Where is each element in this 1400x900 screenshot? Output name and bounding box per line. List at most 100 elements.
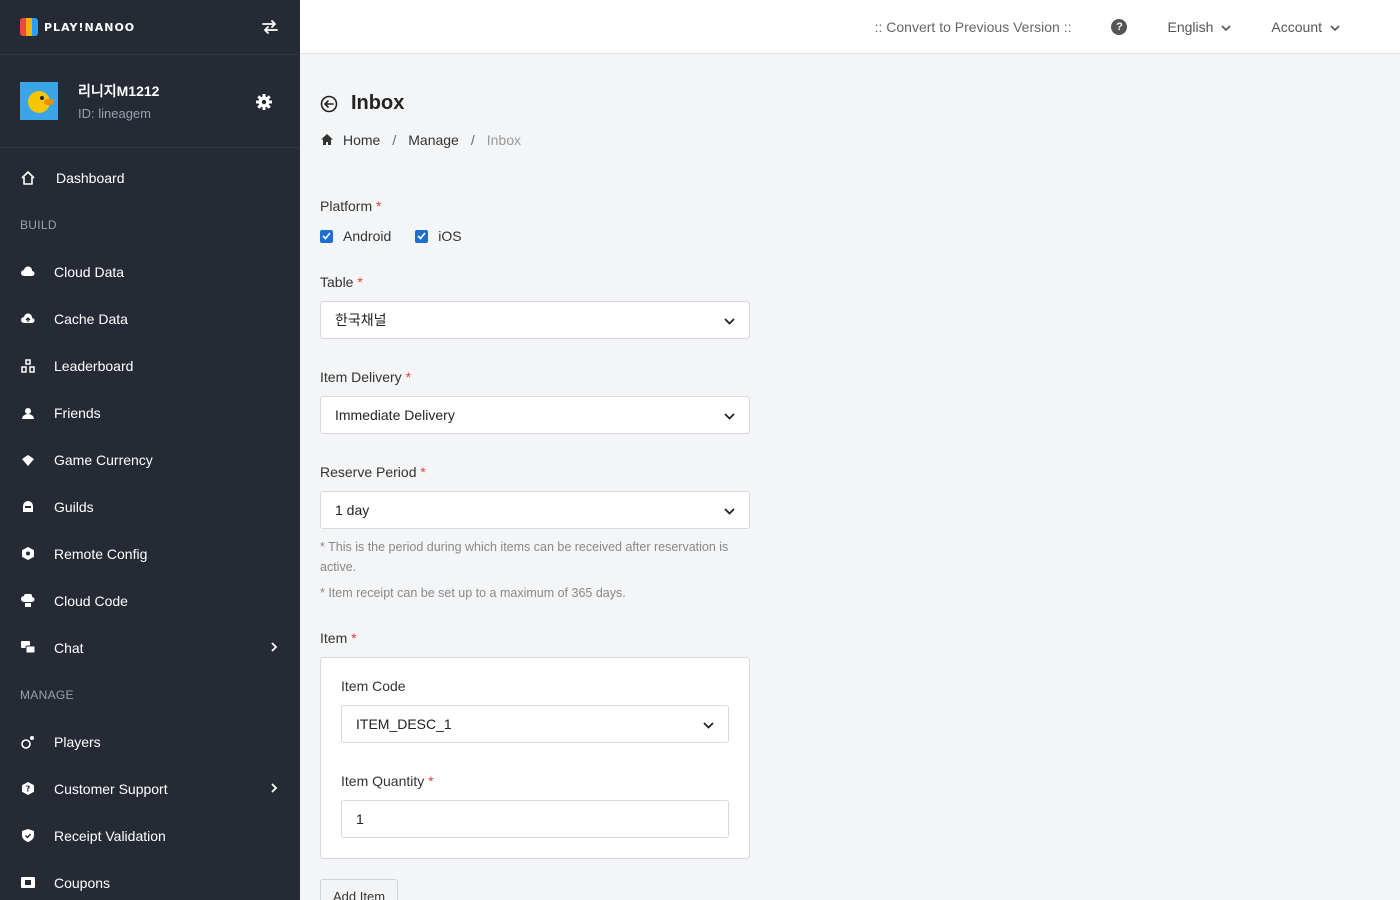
sidebar-item-label: Coupons xyxy=(54,874,111,891)
sidebar-item-remote-config[interactable]: Remote Config xyxy=(0,530,300,577)
avatar xyxy=(20,82,58,120)
breadcrumb-current: Inbox xyxy=(486,132,521,148)
logo-text: PLAY!NANOO xyxy=(44,20,136,34)
inbox-form: Platform * Android iOS Table * 한국채널 Item… xyxy=(320,198,750,900)
logo[interactable]: PLAY!NANOO xyxy=(20,18,135,36)
table-select-value: 한국채널 xyxy=(335,312,387,328)
reserve-period-field: Reserve Period * 1 day * This is the per… xyxy=(320,464,750,600)
item-quantity-label: Item Quantity * xyxy=(341,773,434,789)
sidebar-item-label: Customer Support xyxy=(54,780,168,797)
breadcrumb-home[interactable]: Home xyxy=(343,132,380,148)
account-label: Account xyxy=(1271,18,1322,35)
breadcrumb-separator: / xyxy=(470,132,475,148)
sidebar-item-label: Leaderboard xyxy=(54,357,134,374)
account-dropdown[interactable]: Account xyxy=(1271,19,1340,35)
breadcrumb-separator: / xyxy=(392,132,397,148)
project-id: ID: lineagem xyxy=(78,106,151,121)
breadcrumb-manage[interactable]: Manage xyxy=(408,132,459,148)
delivery-select[interactable]: Immediate Delivery xyxy=(320,396,750,434)
platform-field: Platform * Android iOS xyxy=(320,198,750,244)
delivery-label: Item Delivery * xyxy=(320,369,412,385)
help-icon[interactable]: ? xyxy=(1111,18,1128,35)
delivery-select-value: Immediate Delivery xyxy=(335,407,455,423)
leaderboard-icon xyxy=(20,358,36,374)
item-code-label: Item Code xyxy=(341,678,406,694)
language-label: English xyxy=(1167,18,1214,35)
sidebar-item-receipt-validation[interactable]: Receipt Validation xyxy=(0,812,300,859)
table-field: Table * 한국채널 xyxy=(320,274,750,339)
sidebar-item-dashboard[interactable]: Dashboard xyxy=(0,154,300,201)
sidebar-item-leaderboard[interactable]: Leaderboard xyxy=(0,342,300,389)
project-name: 리니지M1212 xyxy=(78,83,160,99)
item-box: Item Code ITEM_DESC_1 Item Quantity * 1 xyxy=(320,657,750,859)
logo-bar: PLAY!NANOO xyxy=(0,0,300,54)
sidebar-menu: Dashboard BUILD Cloud Data Cache Data Le… xyxy=(0,148,300,900)
ios-label[interactable]: iOS xyxy=(438,228,461,244)
chevron-down-icon xyxy=(724,407,735,423)
sidebar-item-label: Cache Data xyxy=(54,310,128,327)
sidebar-item-chat[interactable]: Chat xyxy=(0,624,300,671)
sidebar-item-label: Chat xyxy=(54,639,84,656)
language-dropdown[interactable]: English xyxy=(1167,19,1231,35)
platform-label: Platform * xyxy=(320,198,382,214)
cloud-upload-icon xyxy=(20,311,36,327)
remote-config-icon xyxy=(20,546,36,562)
home-icon xyxy=(320,133,334,147)
item-code-value: ITEM_DESC_1 xyxy=(356,716,452,732)
reserve-period-select[interactable]: 1 day xyxy=(320,491,750,529)
section-manage: MANAGE xyxy=(20,687,74,702)
currency-icon xyxy=(20,452,36,468)
android-checkbox[interactable] xyxy=(320,229,333,243)
sidebar-item-friends[interactable]: Friends xyxy=(0,389,300,436)
android-label[interactable]: Android xyxy=(343,228,391,244)
sidebar-item-coupons[interactable]: Coupons xyxy=(0,859,300,900)
switch-project-icon[interactable] xyxy=(260,17,280,37)
ios-checkbox[interactable] xyxy=(415,229,429,243)
logo-mark-icon xyxy=(20,18,38,36)
main-content: Inbox Home / Manage / Inbox Platform * A… xyxy=(320,54,1380,900)
sidebar-item-label: Guilds xyxy=(54,498,94,515)
sidebar-item-players[interactable]: Players xyxy=(0,718,300,765)
sidebar-item-label: Remote Config xyxy=(54,545,148,562)
chevron-right-icon xyxy=(268,640,280,652)
sidebar-item-label: Cloud Data xyxy=(54,263,125,280)
back-arrow-icon[interactable] xyxy=(320,95,338,113)
add-item-button[interactable]: Add Item xyxy=(320,879,399,900)
chevron-down-icon xyxy=(703,716,714,732)
sidebar-item-cache-data[interactable]: Cache Data xyxy=(0,295,300,342)
sidebar-item-label: Friends xyxy=(54,404,101,421)
sidebar-item-customer-support[interactable]: ? Customer Support xyxy=(0,765,300,812)
item-code-select[interactable]: ITEM_DESC_1 xyxy=(341,705,729,743)
table-label: Table * xyxy=(320,274,363,290)
sidebar: PLAY!NANOO 리니지M1212 ID: lineagem Dashboa… xyxy=(0,0,300,900)
sidebar-item-cloud-data[interactable]: Cloud Data xyxy=(0,248,300,295)
chevron-down-icon xyxy=(1330,19,1340,35)
breadcrumb: Home / Manage / Inbox xyxy=(320,132,1380,148)
chat-icon xyxy=(20,640,36,656)
sidebar-item-label: Game Currency xyxy=(54,451,153,468)
sidebar-item-guilds[interactable]: Guilds xyxy=(0,483,300,530)
chevron-down-icon xyxy=(724,502,735,518)
guild-helmet-icon xyxy=(20,499,36,515)
sidebar-item-label: Players xyxy=(54,733,101,750)
delivery-field: Item Delivery * Immediate Delivery xyxy=(320,369,750,434)
shield-check-icon xyxy=(20,828,36,844)
cloud-code-icon xyxy=(20,593,36,609)
item-quantity-input[interactable]: 1 xyxy=(341,800,729,838)
page-title: Inbox xyxy=(351,92,405,114)
coupon-icon xyxy=(20,875,36,891)
convert-version-link[interactable]: :: Convert to Previous Version :: xyxy=(875,19,1072,35)
svg-text:?: ? xyxy=(26,785,31,794)
reserve-period-value: 1 day xyxy=(335,502,370,518)
item-label: Item * xyxy=(320,630,357,646)
gear-icon[interactable] xyxy=(255,93,273,111)
players-icon xyxy=(20,734,36,750)
chevron-down-icon xyxy=(1221,19,1231,35)
sidebar-item-cloud-code[interactable]: Cloud Code xyxy=(0,577,300,624)
sidebar-item-game-currency[interactable]: Game Currency xyxy=(0,436,300,483)
item-field: Item * Item Code ITEM_DESC_1 Item Quanti… xyxy=(320,630,750,859)
chevron-right-icon xyxy=(268,781,280,793)
table-select[interactable]: 한국채널 xyxy=(320,301,750,339)
reserve-period-hint: * This is the period during which items … xyxy=(320,540,729,574)
topbar: :: Convert to Previous Version :: ? Engl… xyxy=(300,0,1400,54)
